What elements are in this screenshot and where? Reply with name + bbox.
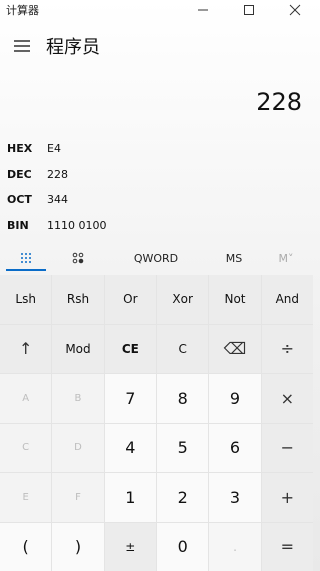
- digit-7-button[interactable]: 7: [104, 374, 156, 423]
- word-size-button[interactable]: QWORD: [104, 244, 208, 272]
- clear-entry-button[interactable]: CE: [104, 324, 156, 373]
- divide-button[interactable]: ÷: [261, 324, 313, 373]
- maximize-button[interactable]: [226, 0, 272, 20]
- multiply-button[interactable]: ×: [261, 374, 313, 423]
- hex-a-button[interactable]: A: [0, 374, 52, 423]
- digit-3-button[interactable]: 3: [209, 473, 261, 522]
- memory-recall-button[interactable]: M˅: [260, 244, 312, 272]
- mode-title: 程序员: [46, 37, 100, 58]
- left-paren-button[interactable]: (: [0, 522, 52, 571]
- keypad-icon: [21, 253, 31, 263]
- radix-value: 344: [47, 193, 68, 207]
- radix-label: BIN: [7, 218, 29, 232]
- backspace-button[interactable]: ⌫: [209, 324, 261, 373]
- radix-value: 1110 0100: [47, 218, 107, 232]
- memory-store-button[interactable]: MS: [208, 244, 260, 272]
- clear-button[interactable]: C: [156, 324, 209, 373]
- or-button[interactable]: Or: [104, 275, 156, 324]
- minimize-icon: [198, 9, 208, 11]
- rsh-button[interactable]: Rsh: [52, 275, 104, 324]
- mod-button[interactable]: Mod: [52, 324, 104, 373]
- digit-0-button[interactable]: 0: [156, 522, 209, 571]
- plus-button[interactable]: +: [261, 473, 313, 522]
- radix-label: OCT: [7, 193, 32, 207]
- toolbar: QWORD MS M˅: [0, 244, 318, 272]
- hex-c-button[interactable]: C: [0, 423, 52, 472]
- lsh-button[interactable]: Lsh: [0, 275, 52, 324]
- window-title: 计算器: [6, 4, 39, 17]
- digit-9-button[interactable]: 9: [209, 374, 261, 423]
- shift-up-button[interactable]: ↑: [0, 324, 52, 373]
- title-bar: 计算器: [0, 0, 318, 20]
- hex-b-button[interactable]: B: [52, 374, 104, 423]
- right-paren-button[interactable]: ): [52, 522, 104, 571]
- hex-e-button[interactable]: E: [0, 473, 52, 522]
- minimize-button[interactable]: [180, 0, 226, 20]
- hex-f-button[interactable]: F: [52, 473, 104, 522]
- digit-6-button[interactable]: 6: [209, 423, 261, 472]
- digit-2-button[interactable]: 2: [156, 473, 209, 522]
- hex-d-button[interactable]: D: [52, 423, 104, 472]
- digit-1-button[interactable]: 1: [104, 473, 156, 522]
- result-display: 228: [256, 88, 302, 116]
- radix-value: E4: [47, 142, 61, 156]
- radix-value: 228: [47, 167, 68, 181]
- bit-toggle-icon: [72, 252, 84, 264]
- and-button[interactable]: And: [261, 275, 313, 324]
- radix-row-hex[interactable]: HEX E4: [0, 136, 318, 162]
- tab-keypad[interactable]: [0, 244, 52, 272]
- radix-label: HEX: [7, 142, 33, 156]
- not-button[interactable]: Not: [209, 275, 261, 324]
- keypad: Lsh Rsh Or Xor Not And ↑ Mod CE C ⌫ ÷ A …: [0, 275, 313, 571]
- digit-4-button[interactable]: 4: [104, 423, 156, 472]
- close-button[interactable]: [272, 0, 318, 20]
- hamburger-icon: [14, 40, 30, 52]
- radix-label: DEC: [7, 167, 32, 181]
- equals-button[interactable]: =: [261, 522, 313, 571]
- close-icon: [289, 4, 301, 16]
- tab-bit-toggle[interactable]: [52, 244, 104, 272]
- radix-row-dec[interactable]: DEC 228: [0, 162, 318, 188]
- menu-button[interactable]: [0, 28, 44, 64]
- radix-row-bin[interactable]: BIN 1110 0100: [0, 213, 318, 239]
- digit-5-button[interactable]: 5: [156, 423, 209, 472]
- maximize-icon: [244, 5, 254, 15]
- xor-button[interactable]: Xor: [156, 275, 209, 324]
- radix-row-oct[interactable]: OCT 344: [0, 187, 318, 213]
- app-header: 程序员: [0, 28, 318, 64]
- radix-panel: HEX E4 DEC 228 OCT 344 BIN 1110 0100: [0, 136, 318, 238]
- negate-button[interactable]: ±: [104, 522, 156, 571]
- minus-button[interactable]: −: [261, 423, 313, 472]
- decimal-button[interactable]: .: [209, 522, 261, 571]
- digit-8-button[interactable]: 8: [156, 374, 209, 423]
